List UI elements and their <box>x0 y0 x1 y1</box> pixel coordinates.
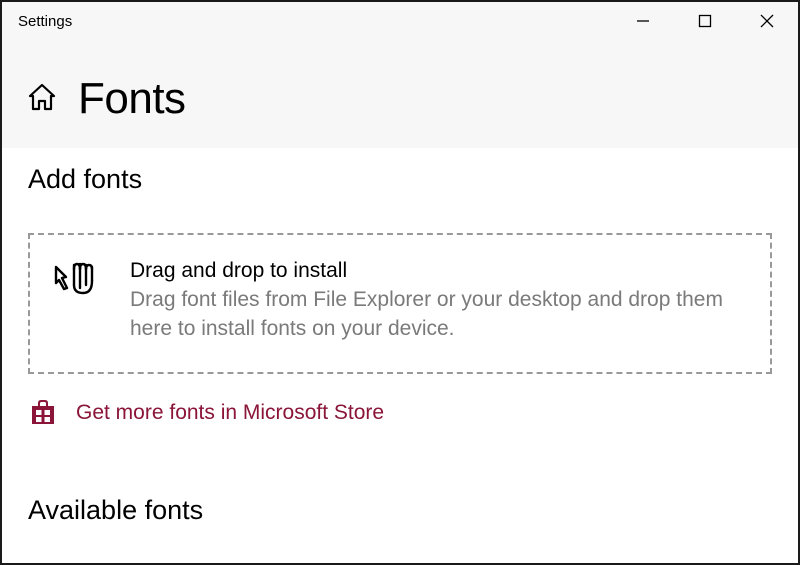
store-icon <box>28 396 58 431</box>
content-area: Add fonts Drag and drop to install Drag … <box>2 148 798 526</box>
font-dropzone[interactable]: Drag and drop to install Drag font files… <box>28 233 772 374</box>
window-controls <box>612 2 798 40</box>
dropzone-title: Drag and drop to install <box>130 259 746 283</box>
drag-drop-icon <box>54 261 104 308</box>
page-header: Fonts <box>2 40 798 148</box>
home-icon[interactable] <box>26 81 58 118</box>
available-fonts-heading: Available fonts <box>28 495 772 526</box>
dropzone-text: Drag and drop to install Drag font files… <box>130 259 746 344</box>
add-fonts-heading: Add fonts <box>28 164 772 195</box>
store-link[interactable]: Get more fonts in Microsoft Store <box>28 396 772 431</box>
page-title: Fonts <box>78 74 186 124</box>
close-button[interactable] <box>736 2 798 40</box>
store-link-label: Get more fonts in Microsoft Store <box>76 401 384 425</box>
dropzone-description: Drag font files from File Explorer or yo… <box>130 285 746 344</box>
maximize-button[interactable] <box>674 2 736 40</box>
titlebar: Settings <box>2 2 798 40</box>
minimize-button[interactable] <box>612 2 674 40</box>
window-title: Settings <box>18 13 612 30</box>
maximize-icon <box>698 14 712 28</box>
close-icon <box>759 13 775 29</box>
minimize-icon <box>636 14 650 28</box>
